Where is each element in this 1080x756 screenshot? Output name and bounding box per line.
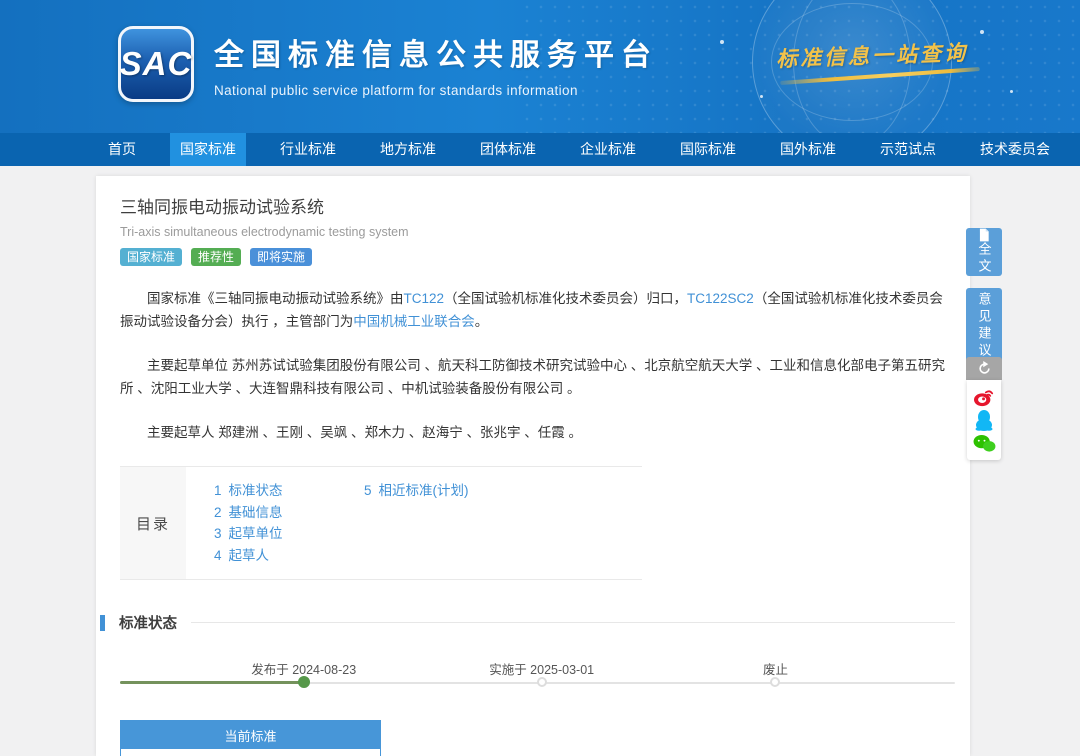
standard-tags: 国家标准 推荐性 即将实施 <box>120 248 955 266</box>
toc-item-basic-info[interactable]: 2 基础信息 <box>214 502 364 524</box>
current-standard-card-body: GB/T 44401-2024 即将实施 三轴同振电动振动试验系统 <box>121 749 380 756</box>
toc-text: 起草单位 <box>229 526 283 541</box>
share-button[interactable] <box>966 357 1002 380</box>
nav-item-international-standards[interactable]: 国际标准 <box>670 133 746 166</box>
brand-text: 全国标准信息公共服务平台 National public service pla… <box>214 30 658 98</box>
timeline-dot-pending <box>770 677 780 687</box>
nav-item-demonstration-pilot[interactable]: 示范试点 <box>870 133 946 166</box>
main-area: 三轴同振电动振动试验系统 Tri-axis simultaneous elect… <box>0 166 1080 756</box>
nav-item-home[interactable]: 首页 <box>98 133 146 166</box>
toc-num: 5 <box>364 483 372 498</box>
tc122sc2-link[interactable]: TC122SC2 <box>687 291 754 306</box>
intro-suffix: 。 <box>475 314 489 329</box>
feedback-label: 意见建议 <box>975 292 994 360</box>
brand[interactable]: SAC 全国标准信息公共服务平台 National public service… <box>118 26 658 102</box>
status-section-header: 标准状态 <box>100 612 955 633</box>
toc-num: 1 <box>214 483 222 498</box>
nav-item-local-standards[interactable]: 地方标准 <box>370 133 446 166</box>
site-subtitle: National public service platform for sta… <box>214 83 658 98</box>
qq-icon[interactable] <box>974 409 994 431</box>
standard-title-en: Tri-axis simultaneous electrodynamic tes… <box>120 225 955 239</box>
timeline-dot-done <box>298 676 310 688</box>
share-icon <box>977 361 992 376</box>
weibo-icon[interactable] <box>973 387 995 407</box>
tag-recommended: 推荐性 <box>191 248 241 266</box>
toc-item-standard-status[interactable]: 1 标准状态 <box>214 480 364 502</box>
intro-prefix: 国家标准《三轴同振电动振动试验系统》由 <box>147 291 404 306</box>
tag-national-standard: 国家标准 <box>120 248 182 266</box>
social-share-panel <box>967 380 1001 460</box>
document-icon <box>977 228 991 242</box>
fulltext-button[interactable]: 全文 <box>966 228 1002 276</box>
toc-links: 1 标准状态 2 基础信息 3 起草单位 4 起草人 5 相近标准(计划) <box>186 467 642 579</box>
sac-logo-text: SAC <box>120 45 193 83</box>
current-standard-card[interactable]: 当前标准 GB/T 44401-2024 即将实施 三轴同振电动振动试验系统 <box>120 720 381 756</box>
toc-num: 4 <box>214 548 222 563</box>
department-link[interactable]: 中国机械工业联合会 <box>353 314 475 329</box>
header-banner: SAC 全国标准信息公共服务平台 National public service… <box>0 0 1080 133</box>
sac-logo: SAC <box>118 26 194 102</box>
toc-label: 目录 <box>120 467 186 579</box>
main-nav: 首页 国家标准 行业标准 地方标准 团体标准 企业标准 国际标准 国外标准 示范… <box>0 133 1080 166</box>
section-marker <box>100 615 105 631</box>
toc-item-drafting-units[interactable]: 3 起草单位 <box>214 523 364 545</box>
timeline-track-completed <box>120 681 304 684</box>
drafters-paragraph: 主要起草人 郑建洲 、王刚 、吴飒 、郑木力 、赵海宁 、张兆宇 、任霞 。 <box>120 421 955 444</box>
toc-text: 起草人 <box>229 548 270 563</box>
table-of-contents: 目录 1 标准状态 2 基础信息 3 起草单位 4 起草人 5 相近标准(计划) <box>120 466 642 580</box>
intro-mid1: （全国试验机标准化技术委员会）归口， <box>444 291 687 306</box>
toc-text: 标准状态 <box>229 483 283 498</box>
timeline-dot-pending <box>537 677 547 687</box>
toc-item-drafters[interactable]: 4 起草人 <box>214 545 364 567</box>
nav-item-enterprise-standards[interactable]: 企业标准 <box>570 133 646 166</box>
drafting-units-paragraph: 主要起草单位 苏州苏试试验集团股份有限公司 、航天科工防御技术研究试验中心 、北… <box>120 354 955 400</box>
status-timeline: 发布于 2024-08-23 实施于 2025-03-01 废止 <box>120 641 955 693</box>
standard-title: 三轴同振电动振动试验系统 <box>120 193 955 218</box>
fulltext-label: 全文 <box>975 242 994 276</box>
intro-paragraph: 国家标准《三轴同振电动振动试验系统》由TC122（全国试验机标准化技术委员会）归… <box>120 287 955 333</box>
timeline-label: 废止 <box>763 659 788 678</box>
toc-num: 3 <box>214 526 222 541</box>
wechat-icon[interactable] <box>973 434 996 453</box>
toc-text: 相近标准(计划) <box>379 483 469 498</box>
toc-item-similar-standards[interactable]: 5 相近标准(计划) <box>364 480 469 502</box>
content-panel: 三轴同振电动振动试验系统 Tri-axis simultaneous elect… <box>96 176 970 756</box>
tag-upcoming-implementation: 即将实施 <box>250 248 312 266</box>
feedback-button[interactable]: 意见建议 <box>966 288 1002 364</box>
timeline-label: 实施于 2025-03-01 <box>489 659 594 678</box>
nav-item-national-standards[interactable]: 国家标准 <box>170 133 246 166</box>
section-divider <box>191 622 955 623</box>
status-section-title: 标准状态 <box>119 612 177 633</box>
nav-item-technical-committee[interactable]: 技术委员会 <box>970 133 1060 166</box>
current-standard-card-header: 当前标准 <box>121 721 380 749</box>
toc-num: 2 <box>214 505 222 520</box>
nav-item-foreign-standards[interactable]: 国外标准 <box>770 133 846 166</box>
toc-text: 基础信息 <box>229 505 283 520</box>
nav-item-industry-standards[interactable]: 行业标准 <box>270 133 346 166</box>
nav-item-group-standards[interactable]: 团体标准 <box>470 133 546 166</box>
tc122-link[interactable]: TC122 <box>404 291 445 306</box>
site-title: 全国标准信息公共服务平台 <box>214 30 658 74</box>
